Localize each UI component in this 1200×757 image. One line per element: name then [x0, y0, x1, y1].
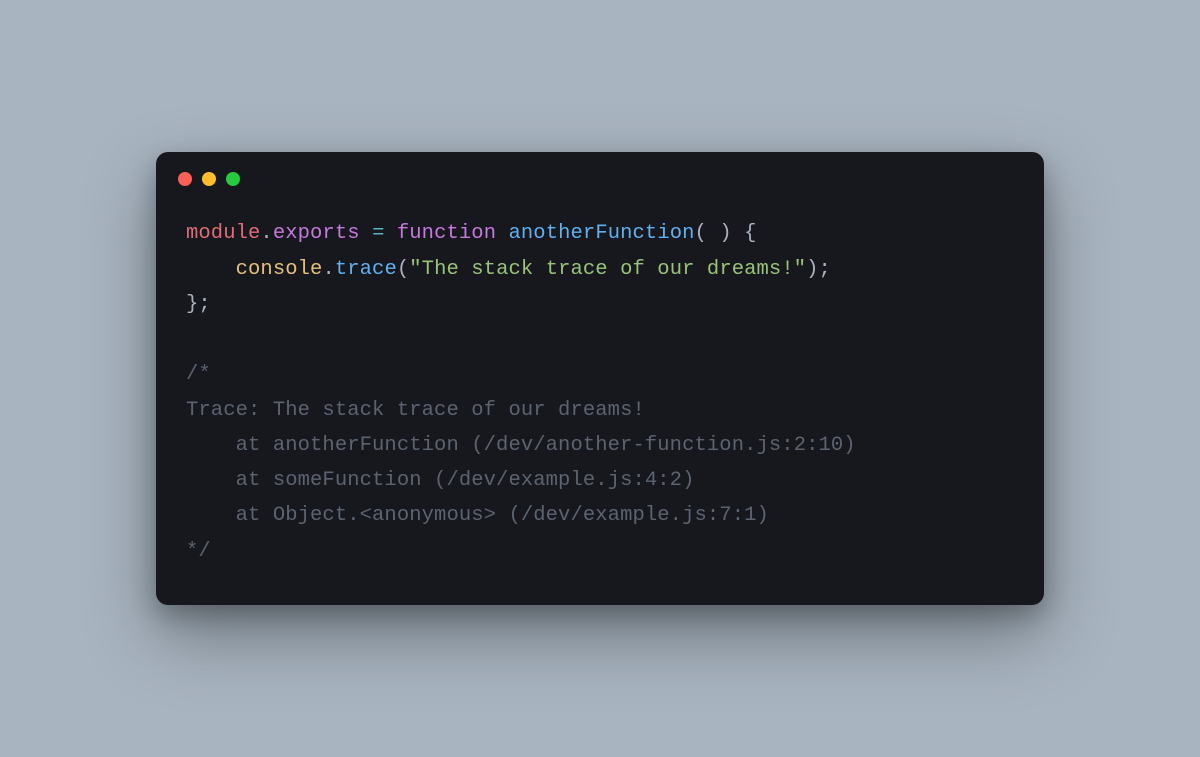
- stage: module.exports = function anotherFunctio…: [0, 0, 1200, 757]
- token-exports: exports: [273, 222, 360, 245]
- token-paren-close: ): [719, 222, 731, 245]
- comment-line-2: at anotherFunction (/dev/another-functio…: [186, 434, 856, 457]
- token-space: [360, 222, 372, 245]
- token-paren-open: (: [695, 222, 707, 245]
- token-brace-close: }: [186, 293, 198, 316]
- token-semicolon: ;: [198, 293, 210, 316]
- token-console: console: [236, 258, 323, 281]
- token-equals: =: [372, 222, 384, 245]
- code-block: module.exports = function anotherFunctio…: [156, 194, 1044, 579]
- token-paren-close: ): [806, 258, 818, 281]
- token-brace-open: {: [744, 222, 756, 245]
- token-space: [496, 222, 508, 245]
- traffic-light-close-icon[interactable]: [178, 172, 192, 186]
- token-function-name: anotherFunction: [509, 222, 695, 245]
- code-line-2: console.trace("The stack trace of our dr…: [186, 258, 831, 281]
- code-line-1: module.exports = function anotherFunctio…: [186, 222, 757, 245]
- token-dot: .: [260, 222, 272, 245]
- token-string: "The stack trace of our dreams!": [409, 258, 806, 281]
- token-indent: [186, 258, 236, 281]
- token-module: module: [186, 222, 260, 245]
- token-trace: trace: [335, 258, 397, 281]
- comment-line-4: at Object.<anonymous> (/dev/example.js:7…: [186, 504, 769, 527]
- traffic-light-zoom-icon[interactable]: [226, 172, 240, 186]
- comment-line-1: Trace: The stack trace of our dreams!: [186, 399, 645, 422]
- token-function-keyword: function: [397, 222, 496, 245]
- token-space: [384, 222, 396, 245]
- token-semicolon: ;: [819, 258, 831, 281]
- code-line-3: };: [186, 293, 211, 316]
- token-space: [732, 222, 744, 245]
- token-dot: .: [322, 258, 334, 281]
- comment-line-3: at someFunction (/dev/example.js:4:2): [186, 469, 694, 492]
- comment-open: /*: [186, 363, 211, 386]
- traffic-light-minimize-icon[interactable]: [202, 172, 216, 186]
- token-paren-open: (: [397, 258, 409, 281]
- token-space: [707, 222, 719, 245]
- comment-close: */: [186, 540, 211, 563]
- window-titlebar: [156, 172, 1044, 194]
- code-window: module.exports = function anotherFunctio…: [156, 152, 1044, 605]
